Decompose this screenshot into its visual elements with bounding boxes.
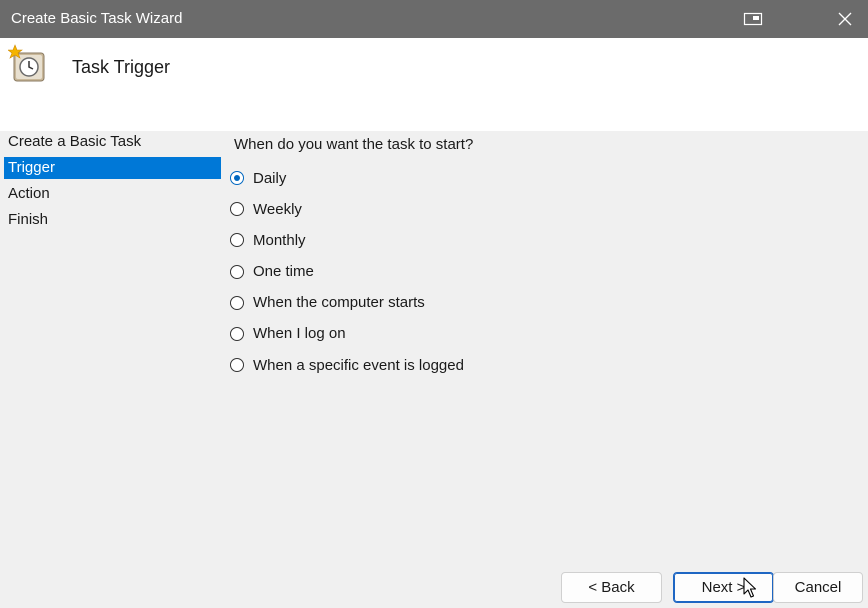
radio-weekly[interactable] [230, 202, 244, 217]
nav-item-finish: Finish [8, 211, 49, 228]
close-button[interactable] [822, 0, 868, 38]
title-bar: Create Basic Task Wizard [0, 0, 868, 38]
option-computer-starts[interactable]: When the computer starts [230, 291, 464, 315]
snap-layout-button[interactable] [730, 0, 776, 38]
radio-log-on[interactable] [230, 326, 244, 341]
wizard-header: Task Trigger [0, 38, 868, 131]
option-label: Monthly [253, 231, 306, 249]
radio-computer-starts[interactable] [230, 295, 244, 310]
option-label: One time [253, 263, 314, 281]
option-label: When I log on [253, 325, 346, 343]
snap-layout-icon [743, 12, 763, 26]
wizard-steps-nav: Create a Basic Task Trigger Action Finis… [4, 131, 221, 235]
cancel-button[interactable]: Cancel [773, 572, 863, 603]
trigger-options: Daily Weekly Monthly One time When the c… [230, 166, 464, 384]
option-log-on[interactable]: When I log on [230, 322, 464, 346]
radio-one-time[interactable] [230, 264, 244, 279]
trigger-question: When do you want the task to start? [234, 136, 474, 153]
mouse-cursor-icon [743, 577, 757, 598]
nav-item-action: Action [8, 185, 50, 202]
option-weekly[interactable]: Weekly [230, 197, 464, 221]
window-title: Create Basic Task Wizard [11, 10, 183, 27]
option-label: Daily [253, 169, 287, 187]
wizard-window: Create Basic Task Wizard Task Trigger Cr… [0, 0, 868, 608]
option-label: When a specific event is logged [253, 356, 464, 374]
back-button[interactable]: < Back [561, 572, 662, 603]
option-label: When the computer starts [253, 294, 425, 312]
nav-item-create-basic-task: Create a Basic Task [8, 133, 142, 150]
radio-daily[interactable] [230, 171, 244, 185]
radio-event-logged[interactable] [230, 358, 244, 373]
next-button[interactable]: Next > [673, 572, 774, 603]
option-event-logged[interactable]: When a specific event is logged [230, 353, 464, 377]
option-monthly[interactable]: Monthly [230, 228, 464, 252]
option-one-time[interactable]: One time [230, 260, 464, 284]
nav-item-trigger: Trigger [4, 157, 221, 179]
task-scheduler-clock-icon [8, 44, 45, 82]
radio-monthly[interactable] [230, 233, 244, 248]
page-title: Task Trigger [72, 57, 171, 77]
close-icon [838, 12, 852, 26]
option-label: Weekly [253, 200, 302, 218]
option-daily[interactable]: Daily [230, 166, 464, 190]
